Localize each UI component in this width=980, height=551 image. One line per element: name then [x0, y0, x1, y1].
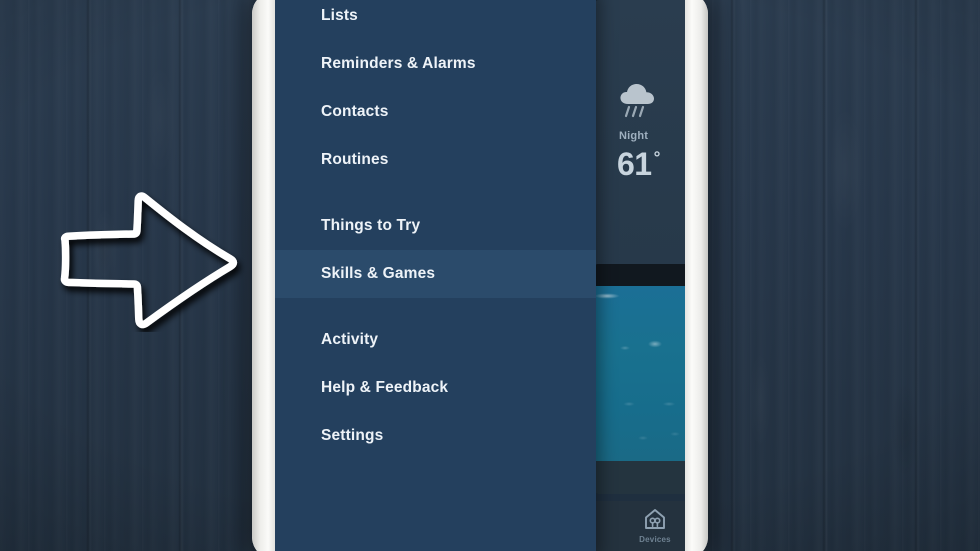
menu-item-contacts[interactable]: Contacts — [275, 88, 596, 136]
media-card-footer — [595, 461, 685, 494]
menu-item-label: Settings — [321, 427, 384, 444]
menu-item-label: Contacts — [321, 103, 389, 120]
menu-item-label: Things to Try — [321, 217, 421, 234]
menu-group-divider — [275, 298, 596, 316]
menu-item-activity[interactable]: Activity — [275, 316, 596, 364]
menu-item-label: Activity — [321, 331, 379, 348]
tab-devices-label: Devices — [639, 535, 671, 544]
menu-item-routines[interactable]: Routines — [275, 136, 596, 184]
menu-item-label: Skills & Games — [321, 265, 436, 282]
phone-screen: Night 61 ° Devices Lists Reminders & Ala… — [275, 0, 685, 551]
rain-cloud-icon — [615, 78, 663, 122]
menu-item-label: Help & Feedback — [321, 379, 449, 396]
weather-period-label: Night — [619, 130, 649, 142]
screenshot-stage: Night 61 ° Devices Lists Reminders & Ala… — [0, 0, 980, 551]
degree-symbol: ° — [653, 148, 661, 167]
media-card-header — [595, 264, 685, 286]
weather-temperature: 61 ° — [617, 146, 661, 183]
menu-item-label: Reminders & Alarms — [321, 55, 476, 72]
menu-item-reminders-alarms[interactable]: Reminders & Alarms — [275, 40, 596, 88]
menu-item-label: Lists — [321, 7, 358, 24]
menu-group-primary: Lists Reminders & Alarms Contacts Routin… — [275, 0, 596, 184]
bottom-tab-bar: Devices — [595, 501, 685, 551]
weather-widget[interactable]: Night 61 ° — [595, 0, 685, 265]
home-devices-icon — [643, 507, 667, 531]
menu-group-discover: Things to Try Skills & Games — [275, 202, 596, 298]
phone-bezel-left — [252, 0, 275, 551]
menu-item-things-to-try[interactable]: Things to Try — [275, 202, 596, 250]
menu-item-lists[interactable]: Lists — [275, 0, 596, 40]
navigation-drawer: Lists Reminders & Alarms Contacts Routin… — [275, 0, 596, 551]
weather-temp-value: 61 — [617, 146, 652, 182]
menu-item-help-feedback[interactable]: Help & Feedback — [275, 364, 596, 412]
tab-devices[interactable]: Devices — [625, 507, 685, 544]
phone-device: Night 61 ° Devices Lists Reminders & Ala… — [252, 0, 708, 551]
menu-item-label: Routines — [321, 151, 389, 168]
phone-bezel-right — [685, 0, 708, 551]
menu-item-skills-games[interactable]: Skills & Games — [275, 250, 596, 298]
menu-group-account: Activity Help & Feedback Settings — [275, 316, 596, 460]
media-card-artwork — [595, 286, 685, 461]
menu-group-divider — [275, 184, 596, 202]
menu-item-settings[interactable]: Settings — [275, 412, 596, 460]
media-card[interactable] — [595, 264, 685, 494]
